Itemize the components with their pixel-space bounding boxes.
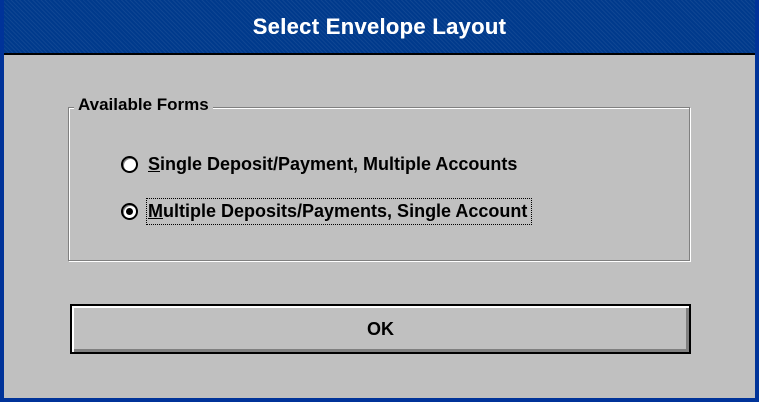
option-single-deposit-label[interactable]: Single Deposit/Payment, Multiple Account… bbox=[147, 152, 521, 177]
groupbox-label: Available Forms bbox=[74, 95, 213, 115]
title-bar[interactable]: Select Envelope Layout bbox=[4, 0, 755, 55]
option-multiple-deposits[interactable]: Multiple Deposits/Payments, Single Accou… bbox=[121, 198, 533, 225]
ok-button[interactable]: OK bbox=[70, 304, 691, 354]
radio-unchecked-icon[interactable] bbox=[121, 156, 138, 173]
option-multiple-deposits-label[interactable]: Multiple Deposits/Payments, Single Accou… bbox=[145, 198, 533, 225]
option-single-deposit[interactable]: Single Deposit/Payment, Multiple Account… bbox=[121, 152, 521, 177]
window-title: Select Envelope Layout bbox=[252, 13, 507, 39]
radio-checked-icon[interactable] bbox=[121, 203, 138, 220]
available-forms-groupbox bbox=[68, 107, 690, 261]
ok-button-label: OK bbox=[367, 318, 394, 339]
dialog-window: Select Envelope Layout Available Forms S… bbox=[0, 0, 759, 402]
